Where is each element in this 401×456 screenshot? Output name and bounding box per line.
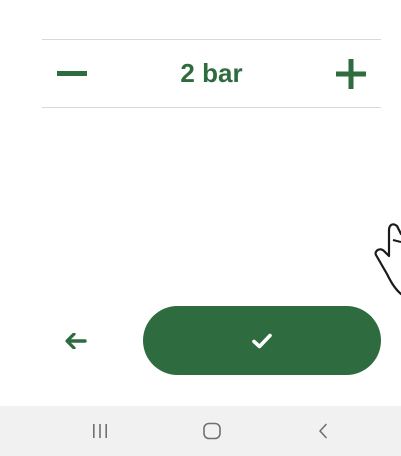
increment-button[interactable] [321,40,381,107]
plus-icon [336,58,366,89]
pressure-stepper: 2 bar [42,39,381,108]
back-button[interactable] [58,326,94,356]
recents-icon [93,424,107,438]
recents-button[interactable] [75,406,125,456]
arrow-left-icon [65,333,87,349]
confirm-button[interactable] [143,306,381,375]
pointing-hand-icon [370,216,401,302]
pressure-value: 2 bar [180,58,243,88]
minus-icon [57,70,87,76]
home-icon [203,422,221,440]
back-icon [319,423,327,439]
home-button[interactable] [187,406,237,456]
decrement-button[interactable] [42,40,102,107]
screen: 2 bar [0,0,401,456]
system-navigation-bar [0,406,401,456]
system-back-button[interactable] [298,406,348,456]
checkmark-icon [252,333,272,348]
